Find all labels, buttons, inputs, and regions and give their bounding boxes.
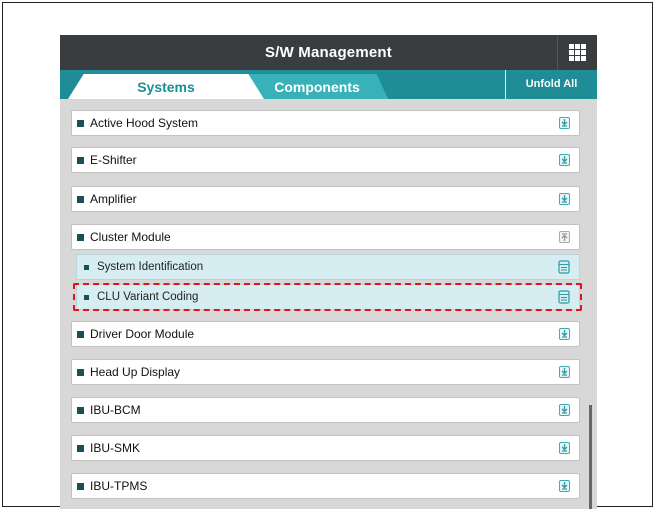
download-icon[interactable] xyxy=(559,442,570,454)
title-bar: S/W Management xyxy=(60,35,597,70)
system-label: IBU-BCM xyxy=(90,403,141,417)
bullet-icon xyxy=(77,407,84,414)
system-row-ibu-bcm[interactable]: IBU-BCM xyxy=(71,397,580,423)
system-row-driver-door[interactable]: Driver Door Module xyxy=(71,321,580,347)
system-label: IBU-TPMS xyxy=(90,479,148,493)
sub-item-system-identification[interactable]: System Identification xyxy=(76,254,580,280)
system-row-ibu-tpms[interactable]: IBU-TPMS xyxy=(71,473,580,499)
highlight-box xyxy=(73,283,582,311)
system-row-cluster-module[interactable]: Cluster Module xyxy=(71,224,580,250)
system-row-active-hood[interactable]: Active Hood System xyxy=(71,110,580,136)
unfold-all-button[interactable]: Unfold All xyxy=(505,70,597,99)
system-row-amplifier[interactable]: Amplifier xyxy=(71,186,580,212)
system-row-e-shifter[interactable]: E-Shifter xyxy=(71,147,580,173)
scrollbar[interactable] xyxy=(589,405,592,509)
page-title: S/W Management xyxy=(265,44,392,61)
bullet-icon xyxy=(77,331,84,338)
bullet-icon xyxy=(77,157,84,164)
bullet-icon xyxy=(77,483,84,490)
download-icon[interactable] xyxy=(559,328,570,340)
system-label: Driver Door Module xyxy=(90,327,195,341)
system-label: Head Up Display xyxy=(90,365,181,379)
system-label: IBU-SMK xyxy=(90,441,141,455)
system-row-ibu-smk[interactable]: IBU-SMK xyxy=(71,435,580,461)
download-icon[interactable] xyxy=(559,154,570,166)
system-label: Cluster Module xyxy=(90,230,171,244)
bullet-icon xyxy=(77,445,84,452)
bullet-icon xyxy=(77,234,84,241)
download-icon[interactable] xyxy=(559,404,570,416)
bullet-icon xyxy=(77,120,84,127)
menu-button[interactable] xyxy=(557,35,597,70)
document-icon[interactable] xyxy=(558,260,570,274)
bullet-icon xyxy=(77,196,84,203)
download-icon[interactable] xyxy=(559,117,570,129)
tab-components[interactable]: Components xyxy=(246,74,388,99)
system-label: E-Shifter xyxy=(90,153,137,167)
system-label: Amplifier xyxy=(90,192,137,206)
bullet-icon xyxy=(77,369,84,376)
download-icon[interactable] xyxy=(559,193,570,205)
bullet-icon xyxy=(84,265,89,270)
system-label: Active Hood System xyxy=(90,116,199,130)
tab-systems[interactable]: Systems xyxy=(68,74,264,99)
download-icon[interactable] xyxy=(559,480,570,492)
sub-item-label: System Identification xyxy=(97,261,204,273)
download-icon[interactable] xyxy=(559,366,570,378)
collapse-icon[interactable] xyxy=(559,231,570,243)
system-row-head-up-display[interactable]: Head Up Display xyxy=(71,359,580,385)
grid-menu-icon xyxy=(569,44,586,61)
tab-bar: Components Systems Unfold All xyxy=(60,70,597,99)
